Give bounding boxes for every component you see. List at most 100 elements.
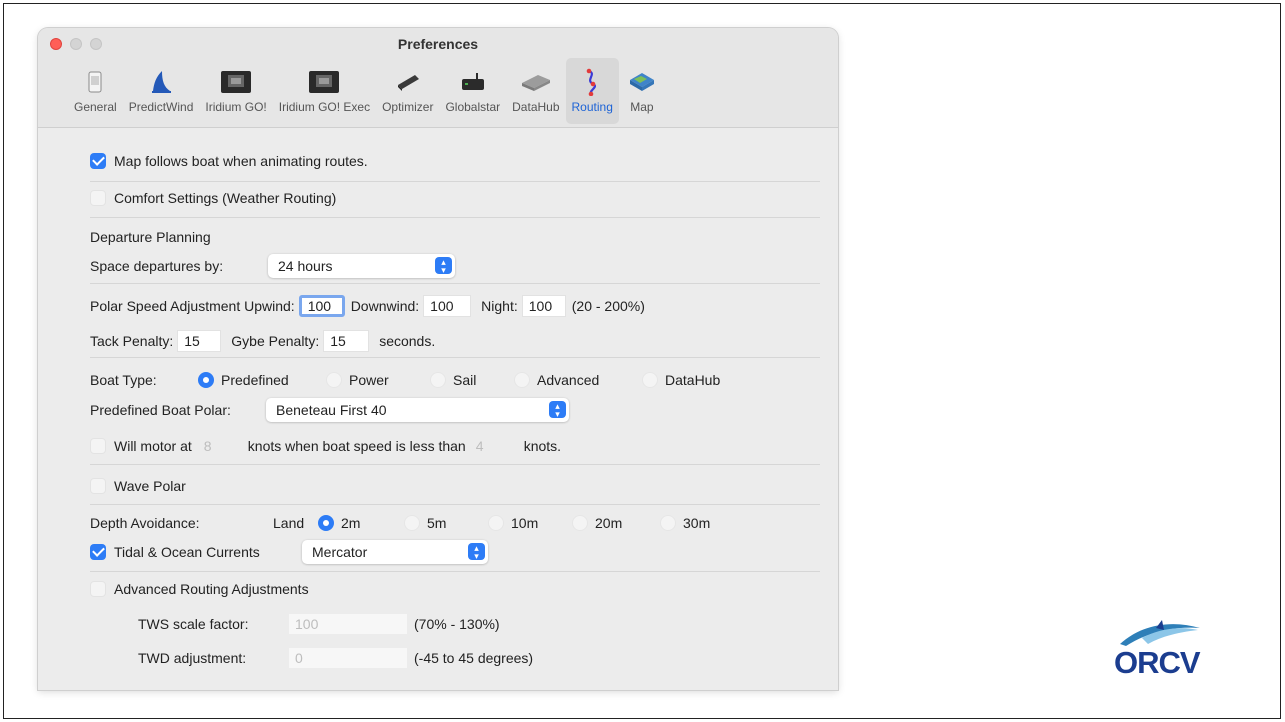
advanced-row[interactable]: Advanced Routing Adjustments <box>90 581 309 597</box>
globalstar-icon <box>456 68 490 96</box>
downwind-input[interactable]: 100 <box>423 295 472 317</box>
map-follows-label: Map follows boat when animating routes. <box>114 153 368 169</box>
titlebar: Preferences General PredictWind Iridium … <box>38 28 838 128</box>
divider <box>90 571 820 572</box>
space-value: 24 hours <box>278 258 333 274</box>
boat-polar-select[interactable]: Beneteau First 40 ▴ ▾ <box>266 398 569 422</box>
motor-row: Will motor at 8 knots when boat speed is… <box>90 435 561 457</box>
tab-label: Iridium GO! <box>205 100 267 114</box>
preferences-toolbar: General PredictWind Iridium GO! Iridium … <box>68 58 665 124</box>
routing-icon <box>575 68 609 96</box>
gybe-label: Gybe Penalty: <box>231 333 320 349</box>
phone-icon <box>78 68 112 96</box>
radio-button[interactable] <box>514 372 530 388</box>
tab-predictwind[interactable]: PredictWind <box>123 58 200 124</box>
wave-polar-label: Wave Polar <box>114 478 186 494</box>
polar-label: Predefined Boat Polar: <box>90 402 231 418</box>
device-icon <box>307 68 341 96</box>
comfort-label: Comfort Settings (Weather Routing) <box>114 190 337 206</box>
tidal-select[interactable]: Mercator ▴ ▾ <box>302 540 488 564</box>
comfort-checkbox[interactable] <box>90 190 106 206</box>
polar-upwind-label: Polar Speed Adjustment Upwind: <box>90 298 295 314</box>
orcv-logo-text: ORCV <box>1114 645 1201 680</box>
comfort-row[interactable]: Comfort Settings (Weather Routing) <box>90 190 336 206</box>
option-label: Predefined <box>221 372 289 388</box>
tab-label: PredictWind <box>128 100 194 114</box>
datahub-icon <box>519 68 553 96</box>
depth-option[interactable]: Land <box>250 515 318 531</box>
depth-option[interactable]: 2m <box>318 515 404 531</box>
radio-button[interactable] <box>198 372 214 388</box>
radio-button[interactable] <box>660 515 676 531</box>
night-label: Night: <box>481 298 518 314</box>
tab-label: Routing <box>571 100 613 114</box>
optimizer-icon <box>391 68 425 96</box>
tab-label: Iridium GO! Exec <box>278 100 371 114</box>
night-input[interactable]: 100 <box>521 295 566 317</box>
tidal-label: Tidal & Ocean Currents <box>114 544 260 560</box>
motor-threshold-input[interactable]: 4 <box>470 435 522 457</box>
option-label: Power <box>349 372 389 388</box>
tab-iridium-go-exec[interactable]: Iridium GO! Exec <box>273 58 376 124</box>
depth-option[interactable]: 10m <box>488 515 572 531</box>
tidal-checkbox[interactable] <box>90 544 106 560</box>
radio-button[interactable] <box>326 372 342 388</box>
radio-button[interactable] <box>488 515 504 531</box>
advanced-checkbox[interactable] <box>90 581 106 597</box>
twd-input[interactable]: 0 <box>288 647 408 669</box>
map-icon <box>625 68 659 96</box>
space-label: Space departures by: <box>90 258 224 274</box>
motor-checkbox[interactable] <box>90 438 106 454</box>
boat-type-option[interactable]: Predefined <box>198 372 326 388</box>
tab-iridium-go[interactable]: Iridium GO! <box>199 58 272 124</box>
tab-routing[interactable]: Routing <box>565 58 619 124</box>
depth-option[interactable]: 30m <box>660 515 710 531</box>
depth-option[interactable]: 20m <box>572 515 660 531</box>
map-follows-checkbox[interactable] <box>90 153 106 169</box>
gybe-input[interactable]: 15 <box>323 330 370 352</box>
twd-range: (-45 to 45 degrees) <box>414 650 534 666</box>
chevron-updown-icon: ▴ ▾ <box>549 401 566 418</box>
polar-range: (20 - 200%) <box>571 298 645 314</box>
tws-range: (70% - 130%) <box>414 616 500 632</box>
radio-button[interactable] <box>642 372 658 388</box>
radio-button[interactable] <box>318 515 334 531</box>
orcv-logo-icon <box>1120 620 1200 646</box>
tab-label: Optimizer <box>382 100 434 114</box>
option-label: 2m <box>341 515 361 531</box>
tab-optimizer[interactable]: Optimizer <box>376 58 439 124</box>
boat-type-option[interactable]: DataHub <box>642 372 720 388</box>
tab-map[interactable]: Map <box>619 58 665 124</box>
twd-label: TWD adjustment: <box>138 650 247 666</box>
upwind-input[interactable]: 100 <box>298 295 345 317</box>
tab-datahub[interactable]: DataHub <box>506 58 565 124</box>
routing-settings: Map follows boat when animating routes. … <box>38 128 838 690</box>
chevron-updown-icon: ▴ ▾ <box>468 543 485 560</box>
polar-value: Beneteau First 40 <box>276 402 387 418</box>
downwind-label: Downwind: <box>350 298 420 314</box>
motor-speed-input[interactable]: 8 <box>198 435 246 457</box>
twd-row: TWD adjustment: 0 (-45 to 45 degrees) <box>138 647 533 669</box>
boat-type-option[interactable]: Power <box>326 372 430 388</box>
map-follows-row[interactable]: Map follows boat when animating routes. <box>90 153 368 169</box>
option-label: 30m <box>683 515 711 531</box>
tab-globalstar[interactable]: Globalstar <box>439 58 506 124</box>
divider <box>90 181 820 182</box>
tab-general[interactable]: General <box>68 58 123 124</box>
boat-type-option[interactable]: Advanced <box>514 372 642 388</box>
space-departures-select[interactable]: 24 hours ▴ ▾ <box>268 254 455 278</box>
radio-button[interactable] <box>404 515 420 531</box>
wave-polar-row[interactable]: Wave Polar <box>90 478 186 494</box>
tack-label: Tack Penalty: <box>90 333 174 349</box>
radio-button[interactable] <box>572 515 588 531</box>
wave-polar-checkbox[interactable] <box>90 478 106 494</box>
tack-input[interactable]: 15 <box>177 330 222 352</box>
radio-button[interactable] <box>430 372 446 388</box>
option-label: DataHub <box>665 372 721 388</box>
option-label: 10m <box>511 515 539 531</box>
boat-type-option[interactable]: Sail <box>430 372 514 388</box>
tws-input[interactable]: 100 <box>288 613 408 635</box>
depth-option[interactable]: 5m <box>404 515 488 531</box>
tidal-row: Tidal & Ocean Currents Mercator ▴ ▾ <box>90 540 488 564</box>
polar-speed-row: Polar Speed Adjustment Upwind: 100 Downw… <box>90 295 645 317</box>
